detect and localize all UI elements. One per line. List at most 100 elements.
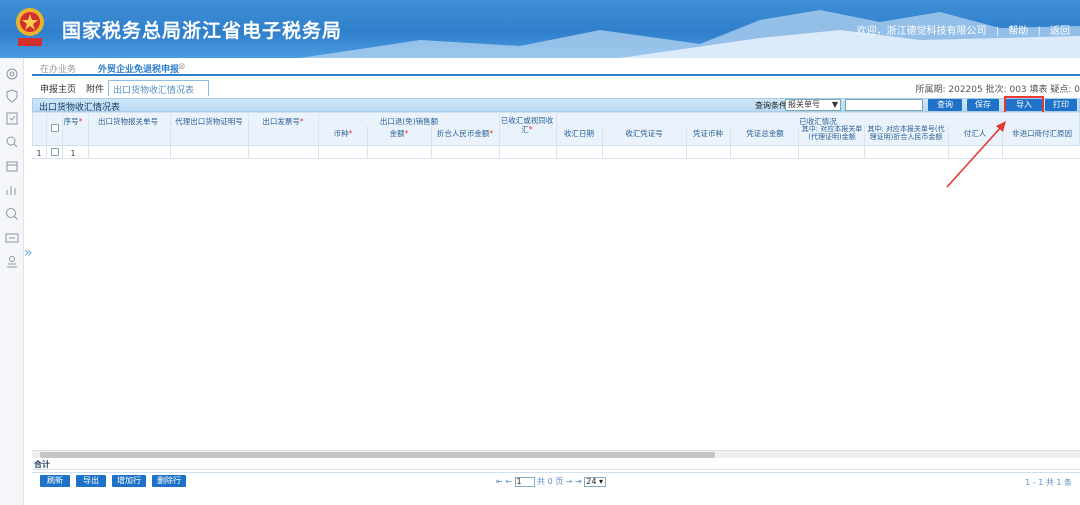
tab-export-collection-label: 出口货物收汇情况表 bbox=[113, 86, 195, 96]
left-rail bbox=[0, 58, 24, 505]
row-seq: 1 bbox=[70, 149, 76, 158]
header-export-amount-group: 出口退(免)销售额 bbox=[379, 117, 439, 126]
header-amount-text: 金额 bbox=[389, 129, 405, 138]
grid-body-empty bbox=[32, 160, 1080, 448]
header-seq-text: 序号 bbox=[63, 117, 79, 126]
grid-line bbox=[602, 126, 603, 159]
header-currency: 币种* bbox=[333, 129, 353, 138]
header-payer: 付汇人 bbox=[963, 129, 987, 138]
horizontal-scrollbar[interactable] bbox=[32, 450, 1080, 458]
grid-line bbox=[686, 126, 687, 159]
grid-line bbox=[88, 112, 89, 159]
save-button[interactable]: 保存 bbox=[967, 99, 999, 111]
header-collected-flag: 已收汇或视同收汇* bbox=[500, 116, 554, 134]
delete-row-button[interactable]: 删除行 bbox=[152, 475, 186, 487]
tab-declaration-home[interactable]: 申报主页 bbox=[40, 82, 76, 95]
header-collected-flag-text: 已收汇或视同收汇 bbox=[500, 116, 554, 134]
form-tabs: 申报主页 附件 出口货物收汇情况表 所属期: 202205 批次: 003 填表… bbox=[32, 80, 1080, 96]
refresh-button[interactable]: 刷新 bbox=[40, 475, 70, 487]
card-icon[interactable] bbox=[4, 230, 20, 246]
tab-export-refund[interactable]: 外贸企业免退税申报 bbox=[98, 62, 179, 75]
collection-grid: 序号* 出口货物报关单号 代理出口货物证明号 出口发票号* 出口退(免)销售额 … bbox=[32, 112, 1080, 160]
total-row: 合计 bbox=[32, 458, 1080, 470]
header-rmb-amount-text: 折合人民币金额 bbox=[436, 129, 490, 138]
query-button[interactable]: 查询 bbox=[928, 99, 962, 111]
settings-icon[interactable] bbox=[4, 66, 20, 82]
query-label: 查询条件 bbox=[755, 101, 787, 110]
grid-line bbox=[62, 112, 63, 159]
grid-line bbox=[170, 112, 171, 159]
page-size-value: 24 bbox=[586, 476, 597, 486]
shield-icon[interactable] bbox=[4, 88, 20, 104]
business-tabs: 在办业务 外贸企业免退税申报 ⊗ bbox=[32, 58, 1080, 76]
period-info: 所属期: 202205 批次: 003 填表 疑点: 0 bbox=[915, 85, 1080, 95]
grid-line bbox=[499, 112, 500, 159]
prev-page-icon[interactable]: ← bbox=[505, 477, 512, 486]
grid-line bbox=[318, 112, 319, 159]
grid-line bbox=[798, 126, 799, 159]
header-voucher-total: 凭证总金额 bbox=[746, 129, 784, 138]
export-button[interactable]: 导出 bbox=[76, 475, 106, 487]
header-collect-date: 收汇日期 bbox=[564, 129, 594, 138]
next-page-icon[interactable]: → bbox=[566, 477, 573, 486]
welcome-text: 欢迎，浙江德觉科技有限公司 bbox=[856, 26, 987, 37]
print-button[interactable]: 打印 bbox=[1045, 99, 1077, 111]
header-invoice-no-text: 出口发票号 bbox=[262, 117, 300, 126]
grid-line bbox=[730, 126, 731, 159]
grid-line bbox=[367, 126, 368, 159]
grid-line bbox=[46, 112, 47, 159]
header-currency-text: 币种 bbox=[333, 129, 349, 138]
header-invoice-no: 出口发票号* bbox=[262, 117, 304, 126]
header-matched-rmb: 其中: 对应本报关单号(代理证明)折合人民币金额 bbox=[867, 125, 945, 141]
header-seq: 序号* bbox=[63, 117, 83, 126]
tab-export-collection[interactable]: 出口货物收汇情况表 bbox=[108, 80, 210, 96]
pager: ⇤ ← 1 共 0 页 → ⇥ 24 ▾ bbox=[496, 476, 607, 487]
page-total: 共 0 页 bbox=[537, 477, 564, 486]
query-field-value: 报关单号 bbox=[788, 100, 820, 109]
page-size-select[interactable]: 24 ▾ bbox=[584, 476, 607, 487]
grid-toolbar: 出口货物收汇情况表 查询条件 报关单号▼ 查询 保存 导入Excel 打印 bbox=[32, 96, 1080, 121]
back-link[interactable]: 返回 bbox=[1050, 26, 1070, 37]
header-voucher-currency: 凭证币种 bbox=[693, 129, 723, 138]
row-index: 1 bbox=[36, 149, 42, 158]
grid-line bbox=[948, 126, 949, 159]
grid-line bbox=[1002, 126, 1003, 159]
grid-line bbox=[248, 112, 249, 159]
grid-footer: 刷新 导出 增加行 删除行 ⇤ ← 1 共 0 页 → ⇥ 24 ▾ 1 - 1… bbox=[32, 472, 1080, 488]
chart-icon[interactable] bbox=[4, 182, 20, 198]
tab-close-icon[interactable]: ⊗ bbox=[178, 62, 186, 72]
page-input[interactable]: 1 bbox=[514, 476, 535, 487]
tab-attachment[interactable]: 附件 bbox=[86, 82, 104, 95]
header-matched-amount: 其中: 对应本报关单(代理证明)金额 bbox=[801, 125, 863, 141]
query-input[interactable] bbox=[845, 99, 923, 111]
header-declaration-no: 出口货物报关单号 bbox=[98, 117, 158, 126]
tax-emblem-icon bbox=[16, 8, 44, 46]
header-non-importer-reason: 非进口商付汇原因 bbox=[1012, 129, 1072, 138]
header-rmb-amount: 折合人民币金额* bbox=[436, 129, 494, 138]
search-service-icon[interactable] bbox=[4, 134, 20, 150]
search-icon[interactable] bbox=[4, 206, 20, 222]
select-all-checkbox[interactable] bbox=[51, 124, 59, 132]
tab-pending-business[interactable]: 在办业务 bbox=[40, 62, 76, 75]
header-amount: 金额* bbox=[389, 129, 409, 138]
query-field-select[interactable]: 报关单号 ▼ bbox=[785, 99, 841, 111]
header-user-area: 欢迎，浙江德觉科技有限公司 | 帮助 | 返回 bbox=[856, 26, 1071, 37]
site-title: 国家税务总局浙江省电子税务局 bbox=[62, 20, 343, 42]
stamp-icon[interactable] bbox=[4, 254, 20, 270]
calendar-icon[interactable] bbox=[4, 158, 20, 174]
total-label: 合计 bbox=[34, 460, 50, 469]
add-row-button[interactable]: 增加行 bbox=[112, 475, 146, 487]
first-page-icon[interactable]: ⇤ bbox=[496, 477, 503, 486]
record-count: 1 - 1 共 1 条 bbox=[1025, 478, 1072, 487]
row-checkbox[interactable] bbox=[51, 148, 59, 156]
header-agent-cert: 代理出口货物证明号 bbox=[175, 117, 243, 126]
chevron-down-icon: ▼ bbox=[831, 100, 838, 109]
grid-line bbox=[431, 126, 432, 159]
clipboard-icon[interactable] bbox=[4, 110, 20, 126]
header-voucher-no: 收汇凭证号 bbox=[625, 129, 663, 138]
help-link[interactable]: 帮助 bbox=[1008, 26, 1028, 37]
last-page-icon[interactable]: ⇥ bbox=[575, 477, 582, 486]
grid-line bbox=[556, 112, 557, 159]
grid-line bbox=[864, 126, 865, 159]
site-header: 国家税务总局浙江省电子税务局 欢迎，浙江德觉科技有限公司 | 帮助 | 返回 bbox=[0, 0, 1080, 58]
